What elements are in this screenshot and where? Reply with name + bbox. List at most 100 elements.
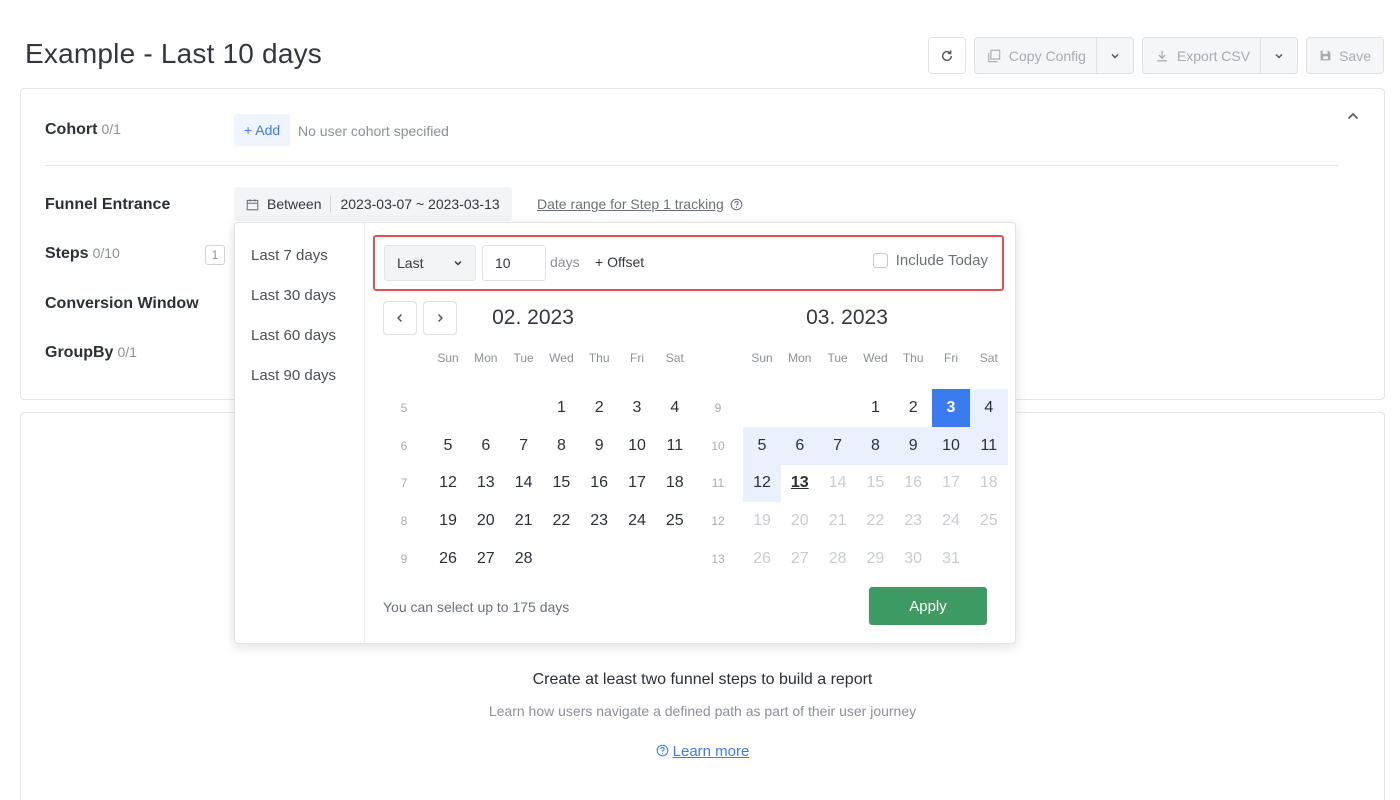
learn-more-link[interactable]: Learn more (21, 743, 1384, 760)
copy-icon (988, 49, 1001, 62)
calendar-day[interactable]: 2 (894, 389, 932, 427)
calendar-day[interactable]: 14 (505, 464, 543, 502)
days-unit-label: days (550, 254, 580, 270)
calendar-day[interactable]: 9 (580, 427, 618, 465)
weekday-header: Sun (751, 351, 773, 365)
calendar-day[interactable]: 5 (429, 427, 467, 465)
calendar-day[interactable]: 8 (542, 427, 580, 465)
calendar-day[interactable]: 8 (856, 426, 895, 465)
calendar-day: 21 (828, 512, 847, 530)
calendar-day: 18 (979, 474, 998, 492)
weekday-header: Mon (474, 351, 498, 365)
relative-days-input[interactable] (482, 245, 546, 281)
calendar-day: 31 (942, 549, 960, 567)
weekday-header: Wed (863, 351, 888, 365)
calendar-day[interactable]: 16 (580, 464, 618, 502)
calendar-day[interactable]: 4 (969, 389, 1008, 427)
relative-mode-select[interactable]: Last (384, 245, 476, 281)
calendar-day[interactable]: 6 (467, 427, 505, 465)
calendar-day[interactable]: 1 (542, 389, 580, 427)
calendar-day[interactable]: 21 (505, 502, 543, 540)
calendar-day[interactable]: 11 (656, 427, 694, 465)
week-number: 6 (400, 438, 408, 453)
calendar-day[interactable]: 24 (618, 502, 656, 540)
divider (330, 196, 332, 212)
refresh-button[interactable] (927, 37, 966, 74)
calendar-day: 15 (866, 474, 885, 492)
calendar-day[interactable]: 19 (429, 502, 467, 540)
date-range-value: 2023-03-07 ~ 2023-03-13 (340, 196, 500, 212)
apply-button[interactable]: Apply (869, 587, 987, 625)
help-icon (656, 744, 668, 757)
calendar-day[interactable]: 28 (505, 540, 543, 578)
calendar-day[interactable]: 10 (618, 427, 656, 465)
calendar-day[interactable]: 3 (618, 389, 656, 427)
save-label: Save (1339, 47, 1371, 64)
calendar-day[interactable]: 2 (580, 389, 618, 427)
calendar-day[interactable]: 18 (656, 464, 694, 502)
calendar-day[interactable]: 13 (781, 464, 819, 502)
copy-config-label: Copy Config (1008, 47, 1086, 64)
calendar-day: 14 (828, 474, 847, 492)
week-number: 7 (400, 476, 408, 491)
groupby-label: GroupBy 0/1 (45, 344, 137, 361)
calendar-day[interactable]: 22 (542, 502, 580, 540)
chevron-down-icon (454, 260, 462, 266)
steps-label: Steps 0/10 (45, 245, 120, 262)
preset-last-90-days[interactable]: Last 90 days (251, 367, 336, 384)
preset-list: Last 7 days Last 30 days Last 60 days La… (235, 223, 365, 643)
calendar-day[interactable]: 12 (429, 464, 467, 502)
calendar-day[interactable]: 1 (856, 389, 894, 427)
copy-config-button[interactable]: Copy Config (973, 37, 1097, 74)
calendar-day[interactable]: 12 (743, 464, 781, 503)
chevron-down-icon (1111, 53, 1119, 59)
export-csv-group: Export CSV (1141, 37, 1299, 74)
include-today-toggle[interactable]: Include Today (872, 252, 988, 269)
add-offset-button[interactable]: + Offset (595, 254, 644, 270)
calendar-day[interactable]: 6 (780, 426, 819, 465)
week-number: 8 (400, 514, 408, 529)
calendar-day: 27 (790, 549, 809, 567)
preset-last-7-days[interactable]: Last 7 days (251, 247, 328, 264)
calendar-day[interactable]: 10 (932, 426, 970, 465)
calendar-day[interactable]: 27 (467, 540, 505, 578)
preset-last-60-days[interactable]: Last 60 days (251, 327, 336, 344)
export-csv-label: Export CSV (1176, 47, 1251, 64)
export-csv-dropdown[interactable] (1261, 37, 1299, 74)
calendar-day[interactable]: 23 (580, 502, 618, 540)
preset-last-30-days[interactable]: Last 30 days (251, 287, 336, 304)
calendar-day[interactable]: 13 (467, 464, 505, 502)
calendar-day[interactable]: 15 (542, 464, 580, 502)
save-icon (1320, 50, 1331, 61)
calendar-day[interactable]: 4 (656, 389, 694, 427)
save-button[interactable]: Save (1306, 37, 1384, 74)
steps-count: 0/10 (92, 245, 120, 261)
calendar-day[interactable]: 26 (429, 540, 467, 578)
weekday-header: Mon (788, 351, 812, 365)
export-csv-button[interactable]: Export CSV (1141, 37, 1262, 74)
calendar-day: 23 (904, 512, 923, 530)
cohort-label: Cohort 0/1 (45, 121, 121, 138)
date-mode: Between (267, 196, 322, 212)
prev-month-button[interactable] (383, 301, 417, 335)
calendar-day[interactable]: 11 (969, 426, 1008, 465)
calendar-day: 22 (866, 512, 885, 530)
include-today-checkbox[interactable] (872, 253, 888, 268)
date-range-help-link[interactable]: Date range for Step 1 tracking (537, 196, 743, 212)
chevron-up-icon[interactable] (1346, 109, 1360, 123)
calendar-day[interactable]: 17 (618, 464, 656, 502)
calendar-day: 28 (828, 549, 847, 567)
calendar-day[interactable]: 7 (818, 426, 857, 465)
calendar-day[interactable]: 7 (505, 427, 543, 465)
add-cohort-button[interactable]: + Add (234, 114, 291, 146)
calendar-day[interactable]: 25 (656, 502, 694, 540)
empty-state-subtitle: Learn how users navigate a defined path … (488, 703, 917, 719)
calendar-day[interactable]: 3 (932, 389, 970, 427)
date-range-picker[interactable]: Between 2023-03-07 ~ 2023-03-13 (234, 187, 512, 221)
week-number: 9 (400, 551, 408, 566)
calendar-day[interactable]: 20 (467, 502, 505, 540)
copy-config-dropdown[interactable] (1096, 37, 1134, 74)
calendar-day[interactable]: 5 (743, 426, 781, 465)
calendar-day[interactable]: 9 (894, 426, 933, 465)
weekday-header: Thu (588, 351, 610, 365)
